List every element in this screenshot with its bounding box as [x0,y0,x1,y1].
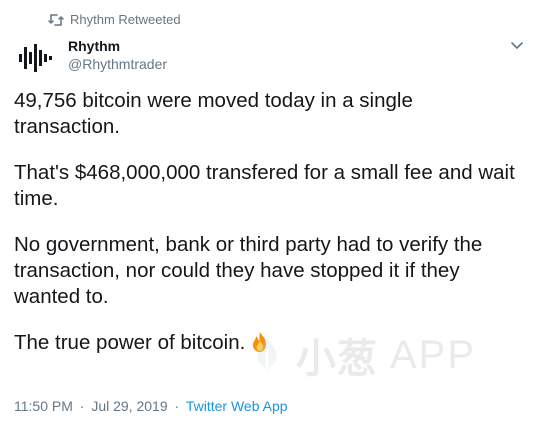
retweet-indicator[interactable]: Rhythm Retweeted [48,12,181,27]
tweet-paragraph-last: The true power of bitcoin. [14,330,524,356]
tweet-source-link[interactable]: Twitter Web App [186,398,288,414]
tweet-paragraph: That's $468,000,000 transfered for a sma… [14,161,515,210]
meta-separator: · [174,398,180,414]
tweet-text: 49,756 bitcoin were moved today in a sin… [14,88,524,376]
retweet-icon [48,13,64,26]
author-block[interactable]: Rhythm @Rhythmtrader [68,37,167,73]
avatar[interactable] [14,36,58,80]
tweet-card: Rhythm Retweeted Rhythm @Rhythmtrader 49… [0,0,539,422]
retweet-label: Rhythm Retweeted [70,12,181,27]
tweet-paragraph: No government, bank or third party had t… [14,233,483,308]
author-name[interactable]: Rhythm [68,37,167,55]
tweet-paragraph: The true power of bitcoin. [14,331,246,354]
tweet-meta: 11:50 PM · Jul 29, 2019 · Twitter Web Ap… [14,398,288,414]
meta-separator: · [79,398,85,414]
fire-emoji-icon [253,332,267,352]
tweet-paragraph: 49,756 bitcoin were moved today in a sin… [14,89,413,138]
chevron-down-icon[interactable] [509,40,525,52]
author-handle[interactable]: @Rhythmtrader [68,55,167,73]
soundwave-logo-icon [19,44,52,72]
tweet-time[interactable]: 11:50 PM [14,398,73,414]
tweet-date[interactable]: Jul 29, 2019 [91,398,167,414]
